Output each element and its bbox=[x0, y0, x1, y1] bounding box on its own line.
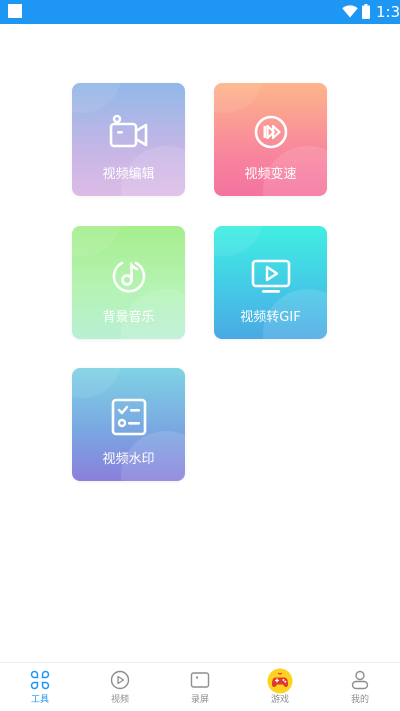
wifi-icon bbox=[342, 5, 358, 18]
nav-item-games[interactable]: 游戏 bbox=[240, 663, 320, 711]
tile-label: 视频水印 bbox=[102, 452, 155, 467]
bottom-nav: 工具 视频 录屏 游戏 我的 bbox=[0, 662, 400, 711]
tile-label: 视频变速 bbox=[244, 167, 297, 182]
tile-label: 视频编辑 bbox=[102, 167, 155, 182]
user-icon bbox=[351, 670, 369, 690]
nav-item-profile[interactable]: 我的 bbox=[320, 663, 400, 711]
video-edit-tile[interactable]: 视频编辑 bbox=[72, 83, 185, 196]
nav-label: 我的 bbox=[350, 695, 369, 705]
nav-label: 录屏 bbox=[190, 695, 209, 705]
tools-icon bbox=[30, 670, 50, 690]
checklist-icon bbox=[111, 398, 147, 436]
music-note-icon bbox=[112, 261, 146, 293]
tile-label: 视频转GIF bbox=[240, 310, 301, 325]
video-watermark-tile[interactable]: 视频水印 bbox=[72, 368, 185, 481]
background-music-tile[interactable]: 背景音乐 bbox=[72, 226, 185, 339]
video-speed-tile[interactable]: 视频变速 bbox=[214, 83, 327, 196]
nav-label: 视频 bbox=[110, 695, 129, 705]
video-camera-icon bbox=[109, 114, 148, 148]
record-screen-icon bbox=[190, 672, 210, 688]
speed-icon bbox=[254, 115, 288, 149]
status-time: 1:31 bbox=[376, 3, 400, 21]
play-circle-icon bbox=[110, 670, 130, 690]
nav-item-tools[interactable]: 工具 bbox=[0, 663, 80, 711]
battery-icon bbox=[362, 4, 370, 19]
nav-item-video[interactable]: 视频 bbox=[80, 663, 160, 711]
notification-icon bbox=[8, 4, 22, 18]
play-screen-icon bbox=[251, 259, 291, 293]
video-to-gif-tile[interactable]: 视频转GIF bbox=[214, 226, 327, 339]
nav-label: 工具 bbox=[30, 695, 49, 705]
status-bar: 1:31 bbox=[0, 0, 400, 24]
nav-item-record[interactable]: 录屏 bbox=[160, 663, 240, 711]
tile-label: 背景音乐 bbox=[102, 310, 155, 325]
nav-label: 游戏 bbox=[270, 695, 289, 705]
game-controller-icon bbox=[267, 668, 293, 694]
